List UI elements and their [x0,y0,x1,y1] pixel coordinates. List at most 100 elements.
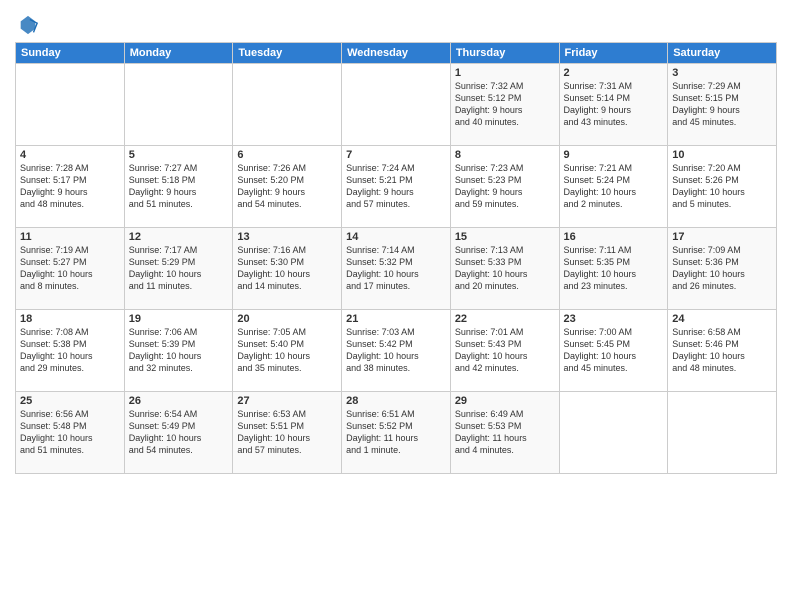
calendar-cell: 15Sunrise: 7:13 AM Sunset: 5:33 PM Dayli… [450,228,559,310]
day-number: 9 [564,149,664,161]
day-info: Sunrise: 7:03 AM Sunset: 5:42 PM Dayligh… [346,326,446,375]
day-number: 11 [20,231,120,243]
calendar-cell: 7Sunrise: 7:24 AM Sunset: 5:21 PM Daylig… [342,146,451,228]
day-info: Sunrise: 7:00 AM Sunset: 5:45 PM Dayligh… [564,326,664,375]
day-info: Sunrise: 6:49 AM Sunset: 5:53 PM Dayligh… [455,408,555,457]
calendar-cell: 23Sunrise: 7:00 AM Sunset: 5:45 PM Dayli… [559,310,668,392]
calendar-cell: 12Sunrise: 7:17 AM Sunset: 5:29 PM Dayli… [124,228,233,310]
calendar-row: 4Sunrise: 7:28 AM Sunset: 5:17 PM Daylig… [16,146,777,228]
day-number: 29 [455,395,555,407]
day-number: 25 [20,395,120,407]
day-info: Sunrise: 7:29 AM Sunset: 5:15 PM Dayligh… [672,80,772,129]
calendar-row: 25Sunrise: 6:56 AM Sunset: 5:48 PM Dayli… [16,392,777,474]
calendar-cell [559,392,668,474]
calendar-cell [342,64,451,146]
day-info: Sunrise: 6:51 AM Sunset: 5:52 PM Dayligh… [346,408,446,457]
day-number: 18 [20,313,120,325]
day-number: 21 [346,313,446,325]
day-info: Sunrise: 7:09 AM Sunset: 5:36 PM Dayligh… [672,244,772,293]
day-number: 15 [455,231,555,243]
calendar-row: 1Sunrise: 7:32 AM Sunset: 5:12 PM Daylig… [16,64,777,146]
calendar-cell: 18Sunrise: 7:08 AM Sunset: 5:38 PM Dayli… [16,310,125,392]
calendar-cell: 16Sunrise: 7:11 AM Sunset: 5:35 PM Dayli… [559,228,668,310]
day-number: 7 [346,149,446,161]
weekday-header-saturday: Saturday [668,43,777,64]
calendar-cell: 24Sunrise: 6:58 AM Sunset: 5:46 PM Dayli… [668,310,777,392]
calendar-cell: 20Sunrise: 7:05 AM Sunset: 5:40 PM Dayli… [233,310,342,392]
day-number: 28 [346,395,446,407]
calendar-cell: 8Sunrise: 7:23 AM Sunset: 5:23 PM Daylig… [450,146,559,228]
day-info: Sunrise: 7:27 AM Sunset: 5:18 PM Dayligh… [129,162,229,211]
calendar-cell [668,392,777,474]
day-info: Sunrise: 7:01 AM Sunset: 5:43 PM Dayligh… [455,326,555,375]
calendar-cell: 22Sunrise: 7:01 AM Sunset: 5:43 PM Dayli… [450,310,559,392]
weekday-header-sunday: Sunday [16,43,125,64]
calendar-cell: 3Sunrise: 7:29 AM Sunset: 5:15 PM Daylig… [668,64,777,146]
weekday-header-thursday: Thursday [450,43,559,64]
calendar-cell: 10Sunrise: 7:20 AM Sunset: 5:26 PM Dayli… [668,146,777,228]
calendar-cell: 4Sunrise: 7:28 AM Sunset: 5:17 PM Daylig… [16,146,125,228]
day-info: Sunrise: 7:26 AM Sunset: 5:20 PM Dayligh… [237,162,337,211]
day-number: 26 [129,395,229,407]
calendar-table: SundayMondayTuesdayWednesdayThursdayFrid… [15,42,777,474]
calendar-cell: 14Sunrise: 7:14 AM Sunset: 5:32 PM Dayli… [342,228,451,310]
weekday-header-monday: Monday [124,43,233,64]
day-number: 8 [455,149,555,161]
day-number: 10 [672,149,772,161]
page: SundayMondayTuesdayWednesdayThursdayFrid… [0,0,792,612]
calendar-cell: 26Sunrise: 6:54 AM Sunset: 5:49 PM Dayli… [124,392,233,474]
day-number: 6 [237,149,337,161]
day-number: 20 [237,313,337,325]
logo [15,14,39,36]
day-number: 19 [129,313,229,325]
day-info: Sunrise: 6:54 AM Sunset: 5:49 PM Dayligh… [129,408,229,457]
calendar-cell [233,64,342,146]
logo-icon [17,14,39,36]
day-number: 22 [455,313,555,325]
calendar-cell: 27Sunrise: 6:53 AM Sunset: 5:51 PM Dayli… [233,392,342,474]
weekday-header-row: SundayMondayTuesdayWednesdayThursdayFrid… [16,43,777,64]
header [15,10,777,36]
calendar-row: 18Sunrise: 7:08 AM Sunset: 5:38 PM Dayli… [16,310,777,392]
day-number: 12 [129,231,229,243]
day-info: Sunrise: 7:19 AM Sunset: 5:27 PM Dayligh… [20,244,120,293]
day-number: 24 [672,313,772,325]
day-number: 23 [564,313,664,325]
day-info: Sunrise: 6:56 AM Sunset: 5:48 PM Dayligh… [20,408,120,457]
day-number: 16 [564,231,664,243]
day-info: Sunrise: 7:13 AM Sunset: 5:33 PM Dayligh… [455,244,555,293]
calendar-cell [16,64,125,146]
day-info: Sunrise: 7:32 AM Sunset: 5:12 PM Dayligh… [455,80,555,129]
day-info: Sunrise: 7:08 AM Sunset: 5:38 PM Dayligh… [20,326,120,375]
calendar-cell [124,64,233,146]
calendar-cell: 21Sunrise: 7:03 AM Sunset: 5:42 PM Dayli… [342,310,451,392]
day-number: 14 [346,231,446,243]
day-info: Sunrise: 7:24 AM Sunset: 5:21 PM Dayligh… [346,162,446,211]
day-info: Sunrise: 7:05 AM Sunset: 5:40 PM Dayligh… [237,326,337,375]
day-info: Sunrise: 6:53 AM Sunset: 5:51 PM Dayligh… [237,408,337,457]
day-number: 5 [129,149,229,161]
day-number: 13 [237,231,337,243]
day-number: 3 [672,67,772,79]
calendar-cell: 11Sunrise: 7:19 AM Sunset: 5:27 PM Dayli… [16,228,125,310]
calendar-cell: 25Sunrise: 6:56 AM Sunset: 5:48 PM Dayli… [16,392,125,474]
day-info: Sunrise: 7:14 AM Sunset: 5:32 PM Dayligh… [346,244,446,293]
calendar-cell: 28Sunrise: 6:51 AM Sunset: 5:52 PM Dayli… [342,392,451,474]
day-info: Sunrise: 7:20 AM Sunset: 5:26 PM Dayligh… [672,162,772,211]
calendar-cell: 5Sunrise: 7:27 AM Sunset: 5:18 PM Daylig… [124,146,233,228]
weekday-header-tuesday: Tuesday [233,43,342,64]
day-info: Sunrise: 7:23 AM Sunset: 5:23 PM Dayligh… [455,162,555,211]
day-number: 17 [672,231,772,243]
day-info: Sunrise: 6:58 AM Sunset: 5:46 PM Dayligh… [672,326,772,375]
calendar-cell: 29Sunrise: 6:49 AM Sunset: 5:53 PM Dayli… [450,392,559,474]
day-info: Sunrise: 7:17 AM Sunset: 5:29 PM Dayligh… [129,244,229,293]
calendar-row: 11Sunrise: 7:19 AM Sunset: 5:27 PM Dayli… [16,228,777,310]
day-info: Sunrise: 7:31 AM Sunset: 5:14 PM Dayligh… [564,80,664,129]
day-number: 27 [237,395,337,407]
weekday-header-friday: Friday [559,43,668,64]
calendar-cell: 17Sunrise: 7:09 AM Sunset: 5:36 PM Dayli… [668,228,777,310]
day-info: Sunrise: 7:16 AM Sunset: 5:30 PM Dayligh… [237,244,337,293]
weekday-header-wednesday: Wednesday [342,43,451,64]
day-number: 2 [564,67,664,79]
calendar-cell: 1Sunrise: 7:32 AM Sunset: 5:12 PM Daylig… [450,64,559,146]
